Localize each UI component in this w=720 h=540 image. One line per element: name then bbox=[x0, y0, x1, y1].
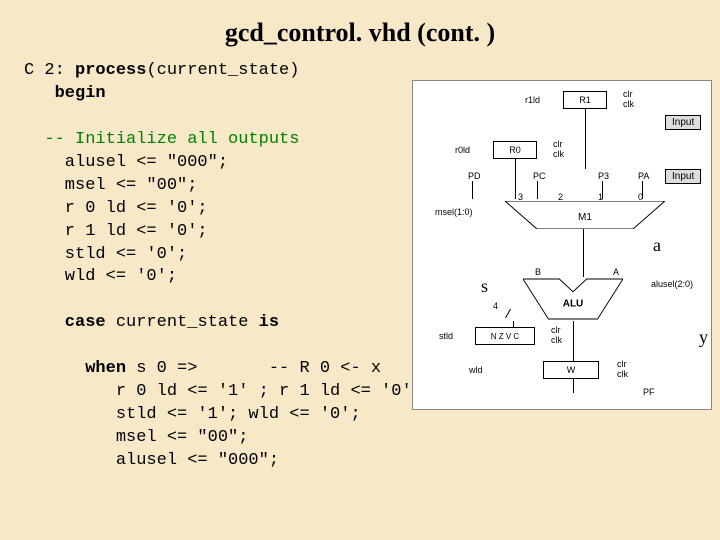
wire bbox=[583, 229, 584, 277]
code-line: msel <= "00"; bbox=[24, 176, 197, 195]
label-clr: clr bbox=[553, 139, 563, 149]
code-line: s 0 => -- R 0 <- x bbox=[126, 359, 381, 378]
block-nzvc: N Z V C bbox=[475, 327, 535, 345]
label-clr: clr bbox=[617, 359, 627, 369]
input-box-2: Input bbox=[665, 169, 701, 184]
block-w: W bbox=[543, 361, 599, 379]
label-clk: clk bbox=[623, 99, 634, 109]
wire bbox=[573, 379, 574, 393]
label-pd: PD bbox=[468, 171, 481, 181]
keyword-begin: begin bbox=[24, 84, 106, 103]
keyword-when: when bbox=[24, 359, 126, 378]
code-line: C 2: bbox=[24, 61, 75, 80]
input-box-1: Input bbox=[665, 115, 701, 130]
code-line: r 0 ld <= '1' ; r 1 ld <= '0'; bbox=[24, 382, 422, 401]
label-pf: PF bbox=[643, 387, 655, 397]
label-pa: PA bbox=[638, 171, 649, 181]
code-line: wld <= '0'; bbox=[24, 267, 177, 286]
code-line: stld <= '0'; bbox=[24, 245, 187, 264]
mux-m1: M1 bbox=[505, 201, 665, 229]
wire bbox=[573, 321, 574, 361]
label-clk: clk bbox=[553, 149, 564, 159]
label-a: A bbox=[613, 267, 619, 277]
label-b: B bbox=[535, 267, 541, 277]
code-line: current_state bbox=[106, 313, 259, 332]
label-clk: clk bbox=[551, 335, 562, 345]
code-line: (current_state) bbox=[146, 61, 299, 80]
annot-y: y bbox=[699, 327, 708, 348]
code-line: r 1 ld <= '0'; bbox=[24, 222, 208, 241]
label-msel: msel(1:0) bbox=[435, 207, 473, 217]
annot-s: s bbox=[481, 276, 488, 297]
code-line: msel <= "00"; bbox=[24, 428, 248, 447]
mux-label: M1 bbox=[578, 212, 592, 223]
block-diagram: R1 clr clk r1ld Input R0 clr clk r0ld PD… bbox=[412, 80, 712, 410]
block-alu: ALU bbox=[523, 277, 623, 321]
keyword-is: is bbox=[259, 313, 279, 332]
wire bbox=[513, 321, 514, 327]
keyword-case: case bbox=[24, 313, 106, 332]
comment-line: -- Initialize all outputs bbox=[24, 130, 299, 149]
keyword-process: process bbox=[75, 61, 146, 80]
label-wld: wld bbox=[469, 365, 483, 375]
code-line: alusel <= "000"; bbox=[24, 451, 279, 470]
wire bbox=[537, 181, 538, 199]
label-alusel: alusel(2:0) bbox=[651, 279, 693, 289]
wire bbox=[472, 181, 473, 199]
label-r0ld: r0ld bbox=[455, 145, 470, 155]
wire bbox=[585, 109, 586, 169]
label-bus-4: 4 bbox=[493, 301, 498, 311]
label-pc: PC bbox=[533, 171, 546, 181]
label-stld: stld bbox=[439, 331, 453, 341]
code-line: alusel <= "000"; bbox=[24, 153, 228, 172]
label-p3: P3 bbox=[598, 171, 609, 181]
label-clr: clr bbox=[551, 325, 561, 335]
block-r0: R0 bbox=[493, 141, 537, 159]
label-clk: clk bbox=[617, 369, 628, 379]
wire bbox=[515, 159, 516, 199]
alu-label: ALU bbox=[563, 298, 584, 309]
label-r1ld: r1ld bbox=[525, 95, 540, 105]
label-clr: clr bbox=[623, 89, 633, 99]
bus-slash bbox=[505, 309, 511, 318]
code-line: r 0 ld <= '0'; bbox=[24, 199, 208, 218]
code-line: stld <= '1'; wld <= '0'; bbox=[24, 405, 361, 424]
annot-a: a bbox=[653, 235, 661, 256]
slide-title: gcd_control. vhd (cont. ) bbox=[0, 0, 720, 60]
block-r1: R1 bbox=[563, 91, 607, 109]
